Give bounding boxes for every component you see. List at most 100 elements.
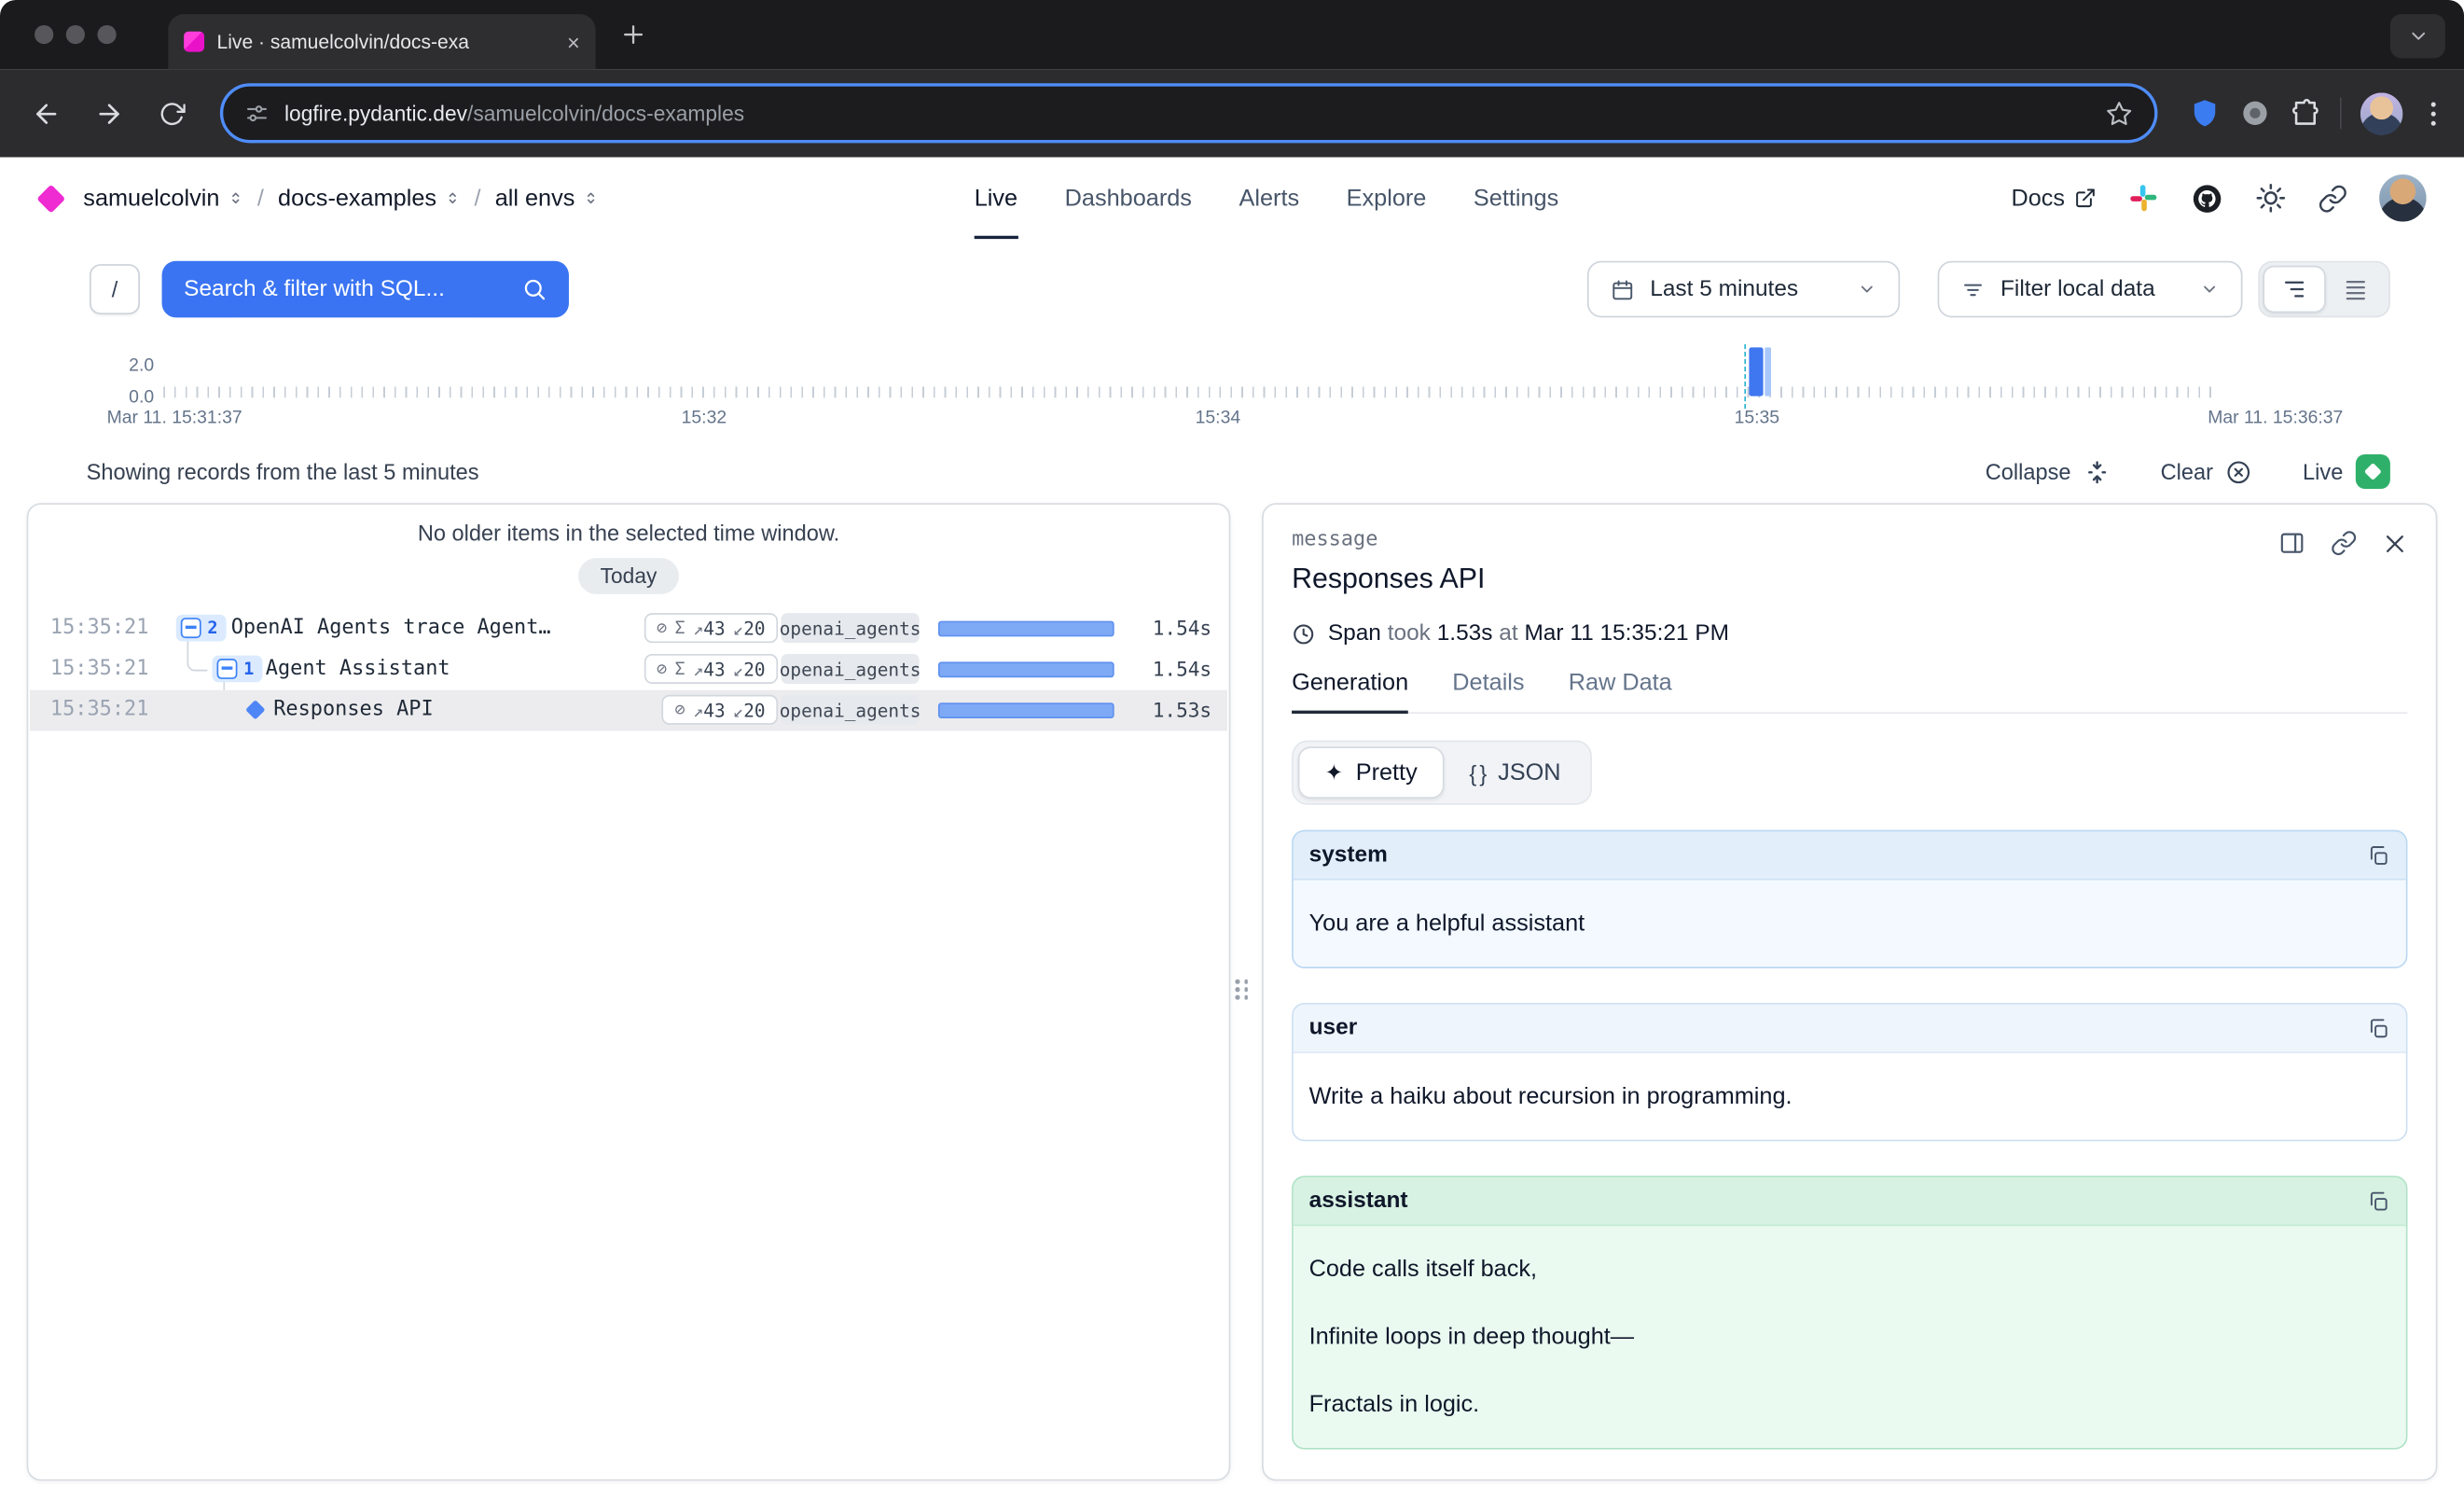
sparkles-icon: ✦ — [1324, 759, 1343, 786]
tab-close-icon[interactable]: × — [567, 31, 580, 53]
browser-menu-icon[interactable] — [2422, 102, 2445, 125]
reload-button[interactable] — [145, 87, 198, 140]
tokens-out: ↙20 — [733, 699, 766, 721]
search-sql-button[interactable]: Search & filter with SQL... — [162, 261, 569, 318]
null-icon: ⊘ — [657, 659, 667, 679]
trace-row[interactable]: 15:35:21 1 Agent Assistant ⊘Σ↗43↙20 open… — [30, 649, 1227, 690]
tab-raw-data[interactable]: Raw Data — [1569, 670, 1672, 714]
clear-button[interactable]: Clear — [2161, 458, 2253, 485]
puzzle-extensions-icon[interactable] — [2290, 97, 2321, 129]
span-title: OpenAI Agents trace Agent… — [231, 617, 551, 640]
nav-settings[interactable]: Settings — [1474, 158, 1558, 240]
new-tab-button[interactable] — [619, 21, 647, 49]
browser-profile-avatar[interactable] — [2360, 92, 2402, 134]
window-minimize-button[interactable] — [66, 25, 85, 44]
role-label: assistant — [1309, 1189, 1408, 1214]
panel-resize-handle[interactable] — [1235, 980, 1248, 1000]
extensions-area — [2180, 92, 2445, 134]
nav-explore[interactable]: Explore — [1347, 158, 1427, 240]
pretty-view-button[interactable]: ✦Pretty — [1298, 746, 1445, 799]
message-text: Code calls itself back, — [1309, 1256, 2390, 1283]
message-text: Write a haiku about recursion in program… — [1309, 1083, 2390, 1110]
browser-toolbar: logfire.pydantic.dev/samuelcolvin/docs-e… — [0, 69, 2464, 157]
timeline-chart[interactable]: 2.0 0.0 Mar 11. 15:31:37 15:32 15:34 15:… — [0, 335, 2464, 432]
y-tick-label: 0.0 — [94, 388, 154, 407]
browser-window: Live · samuelcolvin/docs-exa × logfire.p… — [0, 0, 2464, 1502]
collapse-button[interactable]: Collapse — [1986, 458, 2111, 485]
nav-live[interactable]: Live — [975, 158, 1017, 240]
x-tick-label: 15:35 — [1735, 409, 1779, 427]
row-timestamp: 15:35:21 — [50, 617, 149, 640]
span-duration-line: Span took 1.53s at Mar 11 15:35:21 PM — [1292, 621, 2407, 647]
shield-extension-icon[interactable] — [2189, 97, 2221, 129]
chevron-updown-icon — [444, 188, 460, 210]
duration-bar — [938, 702, 1114, 718]
view-mode-toggle — [2258, 261, 2390, 318]
logfire-logo-icon[interactable] — [36, 184, 65, 213]
minus-square-icon — [181, 618, 201, 638]
theme-sun-icon[interactable] — [2255, 182, 2287, 214]
round-extension-icon[interactable] — [2239, 97, 2271, 129]
tab-generation[interactable]: Generation — [1292, 670, 1408, 714]
slash-shortcut-key[interactable]: / — [90, 264, 140, 314]
copy-icon[interactable] — [2367, 1189, 2390, 1213]
filter-local-dropdown[interactable]: Filter local data — [1938, 261, 2243, 318]
showing-records-text: Showing records from the last 5 minutes — [87, 459, 479, 484]
bookmark-star-icon[interactable] — [2106, 100, 2133, 127]
tab-search-button[interactable] — [2390, 14, 2445, 58]
trace-row-selected[interactable]: 15:35:21 Responses API ⊘↗43↙20 openai_ag… — [30, 690, 1227, 731]
copy-icon[interactable] — [2367, 1016, 2390, 1039]
toolbar-divider — [2340, 97, 2342, 129]
permalink-icon[interactable] — [2331, 530, 2358, 557]
y-tick-label: 2.0 — [94, 356, 154, 375]
copy-icon[interactable] — [2367, 843, 2390, 867]
tokens-out: ↙20 — [733, 617, 766, 639]
tab-details[interactable]: Details — [1452, 670, 1524, 714]
tree-view-button[interactable] — [2263, 266, 2325, 313]
day-pill[interactable]: Today — [578, 558, 679, 594]
time-range-dropdown[interactable]: Last 5 minutes — [1587, 261, 1900, 318]
share-link-icon[interactable] — [2318, 183, 2347, 213]
trace-row[interactable]: 15:35:21 2 OpenAI Agents trace Agent… ⊘Σ… — [30, 608, 1227, 649]
message-card-system: system You are a helpful assistant — [1292, 830, 2407, 968]
site-settings-icon[interactable] — [245, 102, 269, 125]
window-close-button[interactable] — [35, 25, 53, 44]
breadcrumb-org[interactable]: samuelcolvin — [83, 185, 242, 212]
browser-titlebar: Live · samuelcolvin/docs-exa × — [0, 0, 2464, 69]
slack-icon[interactable] — [2127, 182, 2159, 214]
flat-view-button[interactable] — [2326, 266, 2386, 313]
window-zoom-button[interactable] — [97, 25, 116, 44]
forward-button[interactable] — [82, 87, 135, 140]
nav-alerts[interactable]: Alerts — [1239, 158, 1299, 240]
breadcrumb-env[interactable]: all envs — [495, 185, 599, 212]
collapse-count-badge[interactable]: 2 — [176, 615, 226, 642]
scope-tag: openai_agents — [781, 695, 919, 725]
chevron-updown-icon — [583, 188, 599, 210]
timeline-spike-bar[interactable] — [1749, 347, 1763, 396]
records-panel: No older items in the selected time wind… — [27, 503, 1231, 1481]
sigma-icon: Σ — [675, 659, 685, 679]
clock-icon — [1292, 621, 1315, 645]
side-panel-icon[interactable] — [2278, 530, 2305, 557]
user-avatar[interactable] — [2379, 174, 2427, 222]
json-view-button[interactable]: { }JSON — [1444, 746, 1585, 799]
token-counts-badge: ⊘Σ↗43↙20 — [644, 654, 778, 684]
url-host: logfire.pydantic.dev — [284, 102, 467, 125]
breadcrumb-project[interactable]: docs-examples — [278, 185, 460, 212]
tokens-in: ↗43 — [693, 617, 726, 639]
app-header: samuelcolvin / docs-examples / all envs … — [0, 158, 2464, 240]
live-toggle[interactable]: Live — [2303, 454, 2390, 489]
back-button[interactable] — [19, 87, 72, 140]
browser-tab[interactable]: Live · samuelcolvin/docs-exa × — [168, 14, 595, 69]
token-counts-badge: ⊘↗43↙20 — [662, 695, 778, 725]
collapse-count-badge[interactable]: 1 — [212, 656, 261, 683]
status-row: Showing records from the last 5 minutes … — [87, 452, 2390, 490]
nav-dashboards[interactable]: Dashboards — [1065, 158, 1192, 240]
live-indicator-icon — [2356, 454, 2390, 489]
close-icon[interactable] — [2382, 531, 2407, 556]
x-tick-label: 15:32 — [682, 409, 727, 427]
url-bar[interactable]: logfire.pydantic.dev/samuelcolvin/docs-e… — [220, 83, 2158, 143]
docs-link[interactable]: Docs — [2011, 185, 2096, 212]
tokens-in: ↗43 — [693, 658, 726, 680]
github-icon[interactable] — [2191, 182, 2223, 215]
